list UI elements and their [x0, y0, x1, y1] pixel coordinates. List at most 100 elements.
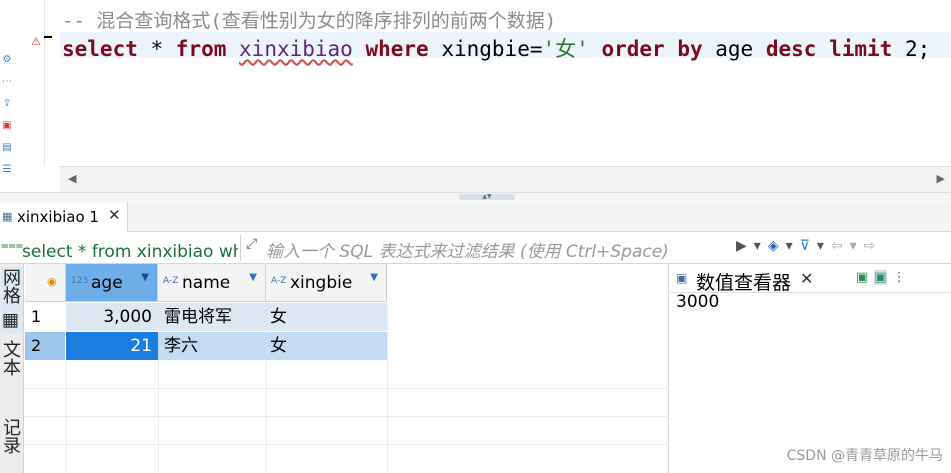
row-number[interactable]: 2 [25, 332, 65, 360]
value-viewer-title: 数值查看器 [696, 272, 792, 294]
auto-apply-icon[interactable]: ▣ [874, 270, 887, 285]
sql-space [226, 37, 239, 61]
column-label: name [182, 273, 231, 293]
sql-condition: xingbie= [428, 37, 543, 61]
column-header-name[interactable]: A-Z name ▼ [158, 264, 266, 302]
tab-results[interactable]: ▦ xinxibiao 1 ✕ [0, 202, 128, 232]
current-line-marker [44, 36, 52, 38]
sql-limit-value: 2; [892, 37, 931, 61]
text-type-icon: A-Z [271, 276, 287, 286]
sql-editor[interactable]: -- 混合查询格式(查看性别为女的降序排列的前两个数据) select * fr… [60, 0, 951, 166]
kw-by: by [677, 37, 703, 61]
grid-corner[interactable]: ◉ [25, 264, 66, 302]
kw-where: where [365, 37, 429, 61]
scroll-right-icon[interactable]: ▶ [937, 172, 945, 185]
sql-column: age [702, 37, 766, 61]
panel-splitter[interactable]: ▲▼ [0, 192, 951, 202]
column-header-xingbie[interactable]: A-Z xingbie ▼ [266, 264, 387, 302]
column-label: age [91, 273, 123, 293]
filter-bar: ⩶ select * from xinxibiao where xingbie=… [0, 232, 951, 264]
kw-order: order [601, 37, 665, 61]
tab-label: xinxibiao 1 [17, 208, 99, 226]
filter-tools: ▶ ▾ ◈ ▾ ⊽ ▾ ⇦ ▾ ⇨ [736, 238, 882, 254]
menu-icon[interactable]: ⋮ [893, 270, 906, 285]
select-all-icon[interactable]: ◉ [47, 275, 57, 288]
editor-left-toolbar: ⚙ ⋯ ⇪ ▣ ▤ ☰ [0, 0, 14, 190]
value-viewer-panel: ▣ 数值查看器 ✕ ▣ ▣ ⋮ 3000 [670, 264, 951, 473]
tab-grid-label: 网格 [0, 268, 21, 304]
settings-icon[interactable]: ⚙ [1, 54, 13, 66]
close-icon[interactable]: ✕ [800, 269, 813, 288]
grid-line [25, 444, 669, 445]
editor-horizontal-scrollbar[interactable]: ◀ ▶ [60, 166, 951, 192]
sort-icon[interactable]: ▼ [141, 272, 149, 283]
sql-string-literal: '女' [542, 37, 589, 61]
kw-limit: limit [829, 37, 893, 61]
eraser-dropdown-icon[interactable]: ▾ [786, 238, 793, 254]
view-mode-tabs: 网格 ▦ 文本 记录 [0, 264, 24, 473]
sql-query-icon: ⩶ [1, 238, 24, 253]
kw-desc: desc [765, 37, 817, 61]
sql-space [353, 37, 366, 61]
result-grid[interactable]: ◉ 123 age ▼ A-Z name ▼ A-Z xingbie ▼ 1 3… [25, 264, 669, 473]
cell-xingbie[interactable]: 女 [266, 332, 387, 360]
warning-icon[interactable]: ⚠ [30, 36, 42, 48]
tab-record-label: 记录 [0, 418, 21, 454]
results-tab-bar: ▦ xinxibiao 1 ✕ [0, 202, 951, 232]
selected-value[interactable]: 3000 [676, 292, 719, 312]
kw-select: select [62, 37, 138, 61]
variables-icon[interactable]: ▤ [1, 142, 13, 154]
divider [240, 235, 241, 261]
close-icon[interactable]: ✕ [108, 206, 121, 224]
more-icon[interactable]: ⋯ [1, 76, 13, 88]
splitter-grip[interactable]: ▲▼ [459, 194, 515, 200]
back-icon[interactable]: ⇦ [831, 238, 843, 254]
number-type-icon: 123 [71, 276, 89, 286]
cell-name[interactable]: 李六 [158, 332, 266, 360]
tab-text[interactable]: 文本 [0, 340, 23, 410]
export-icon[interactable]: ⇪ [1, 98, 13, 110]
editor-gutter: ⚠ [14, 0, 60, 166]
back-dropdown-icon[interactable]: ▾ [850, 238, 857, 254]
fold-line [44, 0, 45, 166]
row-number[interactable]: 1 [25, 303, 65, 331]
script-icon[interactable]: ▣ [1, 120, 13, 132]
scroll-left-icon[interactable]: ◀ [68, 172, 76, 185]
eraser-icon[interactable]: ◈ [768, 238, 779, 254]
sql-table-name: xinxibiao [239, 37, 353, 61]
sql-comment[interactable]: -- 混合查询格式(查看性别为女的降序排列的前两个数据) [62, 6, 556, 33]
forward-icon[interactable]: ⇨ [864, 238, 876, 254]
sql-space [816, 37, 829, 61]
sql-space [589, 37, 602, 61]
filter-input[interactable]: 输入一个 SQL 表达式来过滤结果 (使用 Ctrl+Space) [266, 237, 726, 262]
filter-dropdown-icon[interactable]: ▾ [817, 238, 824, 254]
cell-name[interactable]: 雷电将军 [158, 303, 266, 331]
save-icon[interactable]: ▣ [856, 270, 868, 285]
tab-grid[interactable]: 网格 ▦ [0, 268, 23, 334]
column-label: xingbie [290, 273, 353, 293]
cell-xingbie[interactable]: 女 [266, 303, 387, 331]
cell-age[interactable]: 3,000 [66, 303, 158, 331]
filter-icon[interactable]: ⊽ [800, 238, 810, 254]
tab-text-label: 文本 [0, 340, 21, 376]
text-type-icon: A-Z [163, 276, 179, 286]
run-filter-icon[interactable]: ▶ [736, 238, 747, 254]
executed-query[interactable]: select * from xinxibiao where xingbie='女… [22, 237, 238, 262]
tab-record[interactable]: 记录 [0, 418, 23, 473]
column-header-age[interactable]: 123 age ▼ [66, 264, 158, 302]
kw-from: from [175, 37, 227, 61]
outline-icon[interactable]: ☰ [1, 164, 13, 176]
cell-age[interactable]: 21 [66, 332, 158, 360]
panel-icon: ▣ [676, 271, 688, 285]
sort-icon[interactable]: ▼ [370, 272, 378, 283]
tab-value-viewer[interactable]: ▣ 数值查看器 ✕ [672, 266, 820, 294]
value-viewer-tools: ▣ ▣ ⋮ [856, 270, 912, 285]
history-dropdown-icon[interactable]: ▾ [754, 238, 761, 254]
sort-icon[interactable]: ▼ [249, 272, 257, 283]
sql-star: * [137, 37, 176, 61]
grid-line [25, 388, 669, 389]
watermark: CSDN @青青草原的牛马 [786, 448, 943, 464]
expand-icon[interactable]: ⤢ [246, 236, 257, 252]
sql-statement[interactable]: select * from xinxibiao where xingbie='女… [62, 33, 930, 63]
grid-line [25, 416, 669, 417]
